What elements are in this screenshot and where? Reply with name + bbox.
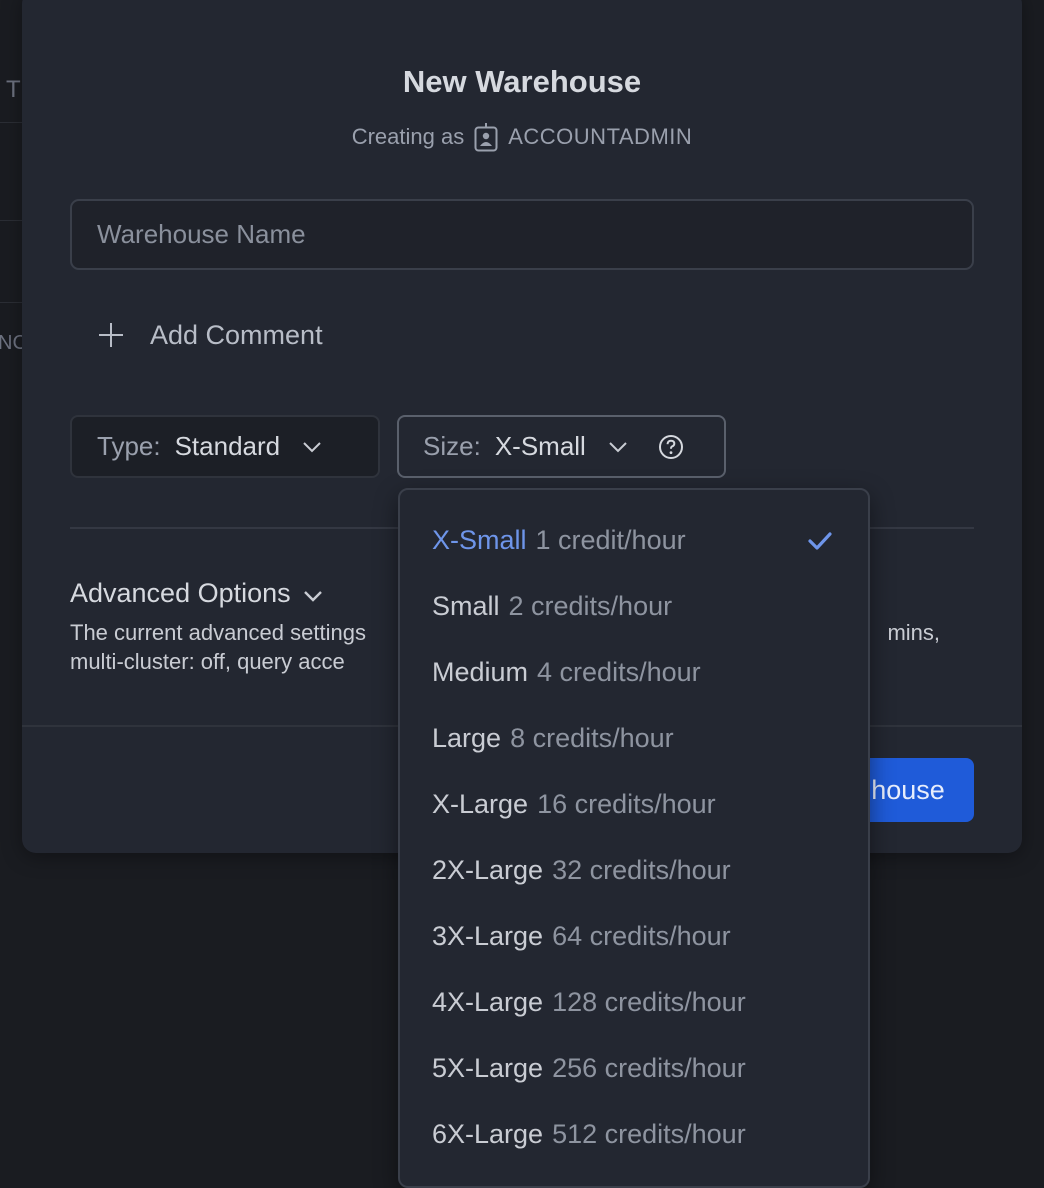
size-option-credits: 8 credits/hour xyxy=(510,722,674,753)
size-dropdown-menu: X-Small 1 credit/hour Small 2 credits/hour M… xyxy=(398,488,870,1188)
size-option-6x-large[interactable]: 6X-Large 512 credits/hour xyxy=(400,1101,868,1167)
size-option-credits: 1 credit/hour xyxy=(535,524,686,555)
size-option-name: Small xyxy=(432,590,500,621)
advanced-options-label: Advanced Options xyxy=(70,578,291,608)
size-option-name: 4X-Large xyxy=(432,986,544,1017)
size-select[interactable]: Size: X-Small xyxy=(397,415,726,478)
size-option-name: 5X-Large xyxy=(432,1052,544,1083)
size-option-credits: 4 credits/hour xyxy=(537,656,701,687)
type-label: Type: xyxy=(97,431,161,461)
background-divider xyxy=(0,302,22,303)
size-option-name: 6X-Large xyxy=(432,1118,544,1149)
size-option-credits: 128 credits/hour xyxy=(552,986,746,1017)
size-option-credits: 32 credits/hour xyxy=(552,854,731,885)
creating-as-line: Creating as ACCOUNTADMIN xyxy=(22,122,1022,152)
create-warehouse-label: house xyxy=(871,774,945,805)
size-option-small[interactable]: Small 2 credits/hour xyxy=(400,573,868,639)
plus-icon xyxy=(98,322,124,348)
chevron-down-icon xyxy=(302,441,322,453)
size-option-2x-large[interactable]: 2X-Large 32 credits/hour xyxy=(400,837,868,903)
chevron-down-icon xyxy=(608,441,628,453)
size-option-name: 2X-Large xyxy=(432,854,544,885)
size-option-credits: 256 credits/hour xyxy=(552,1052,746,1083)
size-option-name: Large xyxy=(432,722,502,753)
size-label: Size: xyxy=(423,431,481,461)
type-select[interactable]: Type: Standard xyxy=(70,415,380,478)
size-option-credits: 2 credits/hour xyxy=(508,590,673,621)
chevron-down-icon xyxy=(303,578,323,609)
id-badge-icon xyxy=(474,122,498,152)
size-option-name: Medium xyxy=(432,656,529,687)
advanced-options-toggle[interactable]: Advanced Options xyxy=(70,578,323,609)
size-option-3x-large[interactable]: 3X-Large 64 credits/hour xyxy=(400,903,868,969)
check-icon xyxy=(808,527,832,558)
advanced-desc-line1-end: mins, xyxy=(887,620,940,645)
warehouse-name-input[interactable] xyxy=(70,199,974,270)
advanced-desc-line1: The current advanced settings xyxy=(70,620,366,645)
add-comment-button[interactable]: Add Comment xyxy=(98,313,323,357)
size-option-large[interactable]: Large 8 credits/hour xyxy=(400,705,868,771)
background-text-fragment: T xyxy=(6,76,21,103)
size-option-x-small[interactable]: X-Small 1 credit/hour xyxy=(400,507,868,573)
size-option-4x-large[interactable]: 4X-Large 128 credits/hour xyxy=(400,969,868,1035)
size-option-credits: 16 credits/hour xyxy=(537,788,716,819)
size-option-5x-large[interactable]: 5X-Large 256 credits/hour xyxy=(400,1035,868,1101)
size-value: X-Small xyxy=(494,431,586,461)
size-option-x-large[interactable]: X-Large 16 credits/hour xyxy=(400,771,868,837)
dialog-title: New Warehouse xyxy=(402,64,642,99)
size-option-medium[interactable]: Medium 4 credits/hour xyxy=(400,639,868,705)
background-divider xyxy=(0,220,22,221)
size-option-name: X-Small xyxy=(432,524,527,555)
background-divider xyxy=(0,122,22,123)
size-option-credits: 512 credits/hour xyxy=(552,1118,746,1149)
add-comment-label: Add Comment xyxy=(150,319,323,350)
role-name: ACCOUNTADMIN xyxy=(508,124,693,149)
size-option-credits: 64 credits/hour xyxy=(552,920,731,951)
size-option-name: 3X-Large xyxy=(432,920,544,951)
help-circle-icon[interactable] xyxy=(658,434,684,460)
size-option-name: X-Large xyxy=(432,788,529,819)
type-value: Standard xyxy=(174,431,281,461)
creating-as-label: Creating as xyxy=(351,124,465,149)
